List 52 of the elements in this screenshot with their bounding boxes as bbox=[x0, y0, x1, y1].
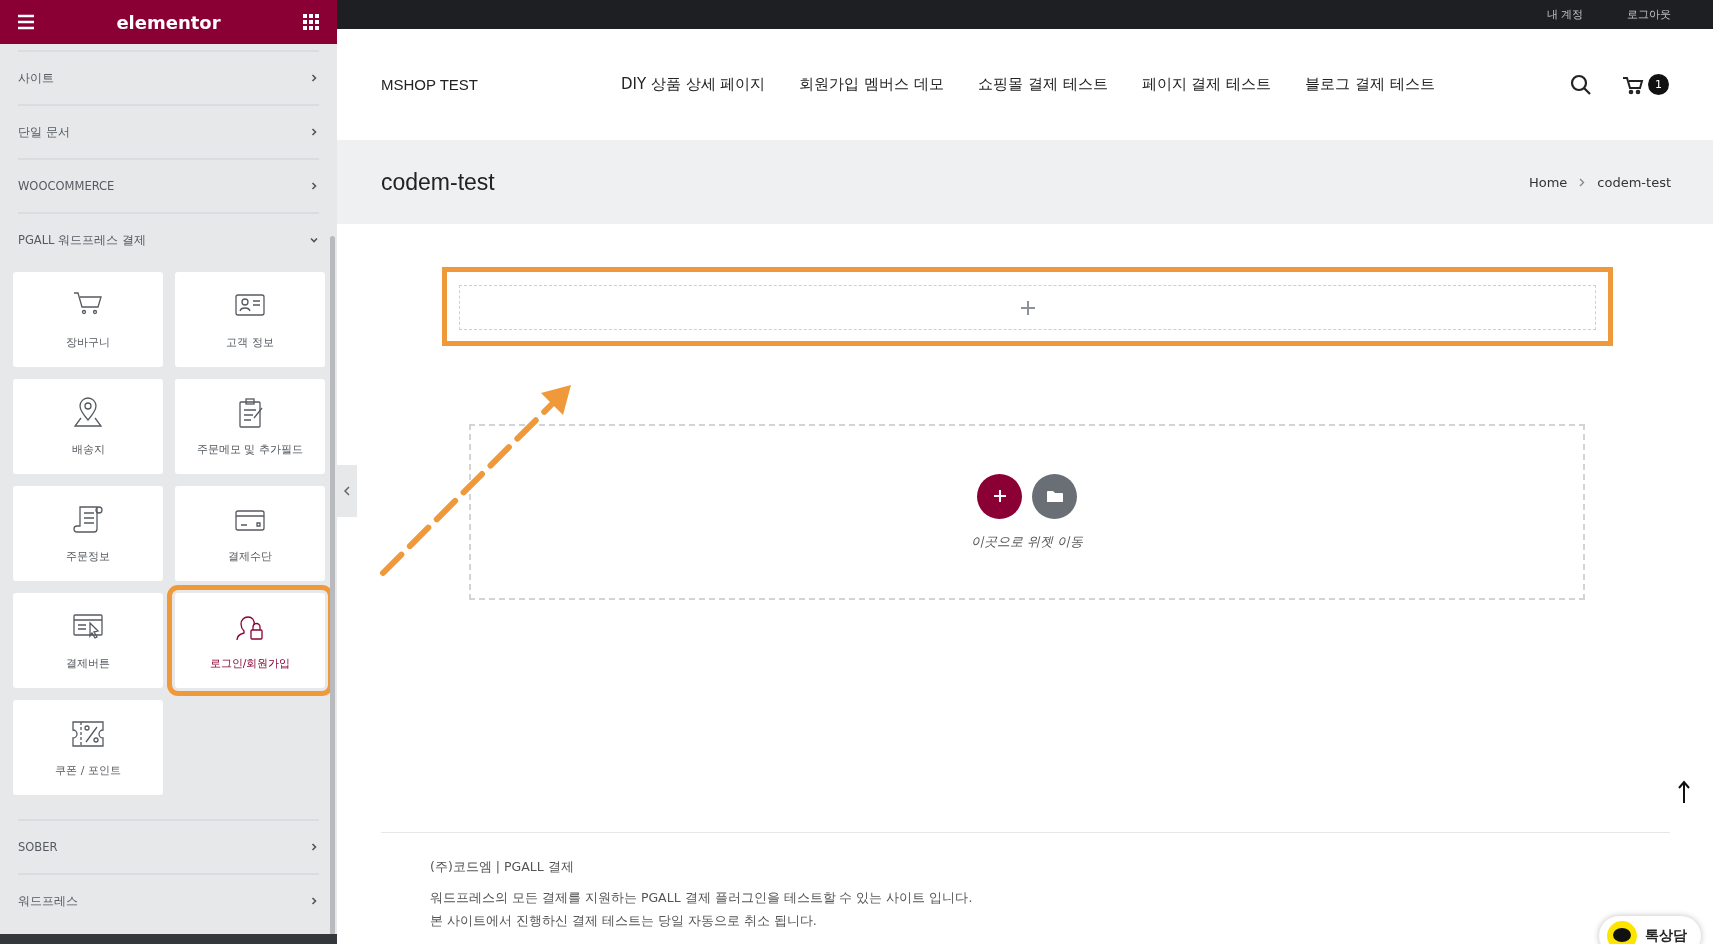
widget-tile[interactable]: 주문정보 bbox=[13, 486, 163, 581]
scrollbar-thumb[interactable] bbox=[330, 236, 335, 936]
account-link[interactable]: 로그아웃 bbox=[1627, 7, 1671, 22]
page-title: codem-test bbox=[381, 168, 495, 196]
nav-link[interactable]: 회원가입 멤버스 데모 bbox=[799, 75, 944, 94]
widget-tile[interactable]: 고객 정보 bbox=[175, 272, 325, 367]
plus-icon bbox=[992, 489, 1007, 503]
category-header[interactable]: 사이트 bbox=[18, 50, 319, 104]
chevron-icon bbox=[309, 842, 319, 852]
folder-icon bbox=[1046, 489, 1063, 503]
footer-text: 워드프레스의 모든 결제를 지원하는 PGALL 결제 플러그인을 테스트할 수 있는 사이트 입니다. bbox=[430, 890, 974, 907]
chevron-icon bbox=[343, 486, 351, 496]
account-link[interactable]: 내 계정 bbox=[1546, 7, 1583, 22]
chevron-icon bbox=[309, 181, 319, 191]
widget-tile[interactable]: 결제수단 bbox=[175, 486, 325, 581]
nav-link[interactable]: DIY 상품 상세 페이지 bbox=[621, 75, 766, 94]
chat-button[interactable]: 톡상담 bbox=[1599, 916, 1701, 944]
category-header[interactable]: PGALL 워드프레스 결제 bbox=[18, 212, 319, 266]
category-header[interactable]: 워드프레스 bbox=[18, 873, 319, 927]
breadcrumb-item: codem-test bbox=[1597, 174, 1671, 190]
nav-link[interactable]: 쇼핑몰 결제 테스트 bbox=[978, 75, 1108, 94]
add-section-button[interactable] bbox=[977, 473, 1022, 519]
chevron-icon bbox=[309, 896, 319, 906]
company-name: (주)코드엠 | PGALL 결제 bbox=[430, 859, 575, 876]
widget-tile[interactable]: 배송지 bbox=[13, 379, 163, 474]
widget-tile[interactable]: 주문메모 및 추가필드 bbox=[175, 379, 325, 474]
scroll-to-top-icon[interactable] bbox=[1677, 780, 1691, 804]
chat-bubble-icon bbox=[1607, 921, 1637, 944]
map-pin-icon bbox=[71, 396, 105, 430]
category-header[interactable]: 단일 문서 bbox=[18, 104, 319, 158]
widget-tile[interactable]: 결제버튼 bbox=[13, 593, 163, 688]
chevron-icon bbox=[309, 127, 319, 137]
plus-icon bbox=[1018, 298, 1037, 317]
cart-count: 1 bbox=[1648, 74, 1669, 95]
breadcrumb-item[interactable]: Home bbox=[1528, 174, 1568, 190]
nav-link[interactable]: 블로그 결제 테스트 bbox=[1305, 75, 1435, 94]
chevron-icon bbox=[1579, 177, 1586, 187]
widget-tile[interactable]: 장바구니 bbox=[13, 272, 163, 367]
widget-tile[interactable]: 쿠폰 / 포인트 bbox=[13, 700, 163, 795]
chevron-icon bbox=[309, 235, 319, 245]
menu-icon[interactable] bbox=[16, 12, 36, 32]
nav-link[interactable]: 페이지 결제 테스트 bbox=[1141, 75, 1272, 94]
search-icon[interactable] bbox=[1570, 73, 1592, 96]
grid-icon[interactable] bbox=[301, 12, 321, 32]
site-brand[interactable]: MSHOP TEST bbox=[381, 76, 621, 93]
app-logo: elementor bbox=[116, 11, 221, 33]
category-header[interactable]: WOOCOMMERCE bbox=[18, 158, 319, 212]
chevron-icon bbox=[309, 73, 319, 83]
drop-hint: 이곳으로 위젯 이동 bbox=[970, 532, 1084, 551]
category-header[interactable]: SOBER bbox=[18, 819, 319, 873]
footer-text: 본 사이트에서 진행하신 결제 테스트는 당일 자동으로 취소 됩니다. bbox=[430, 913, 818, 930]
template-library-button[interactable] bbox=[1032, 473, 1077, 519]
